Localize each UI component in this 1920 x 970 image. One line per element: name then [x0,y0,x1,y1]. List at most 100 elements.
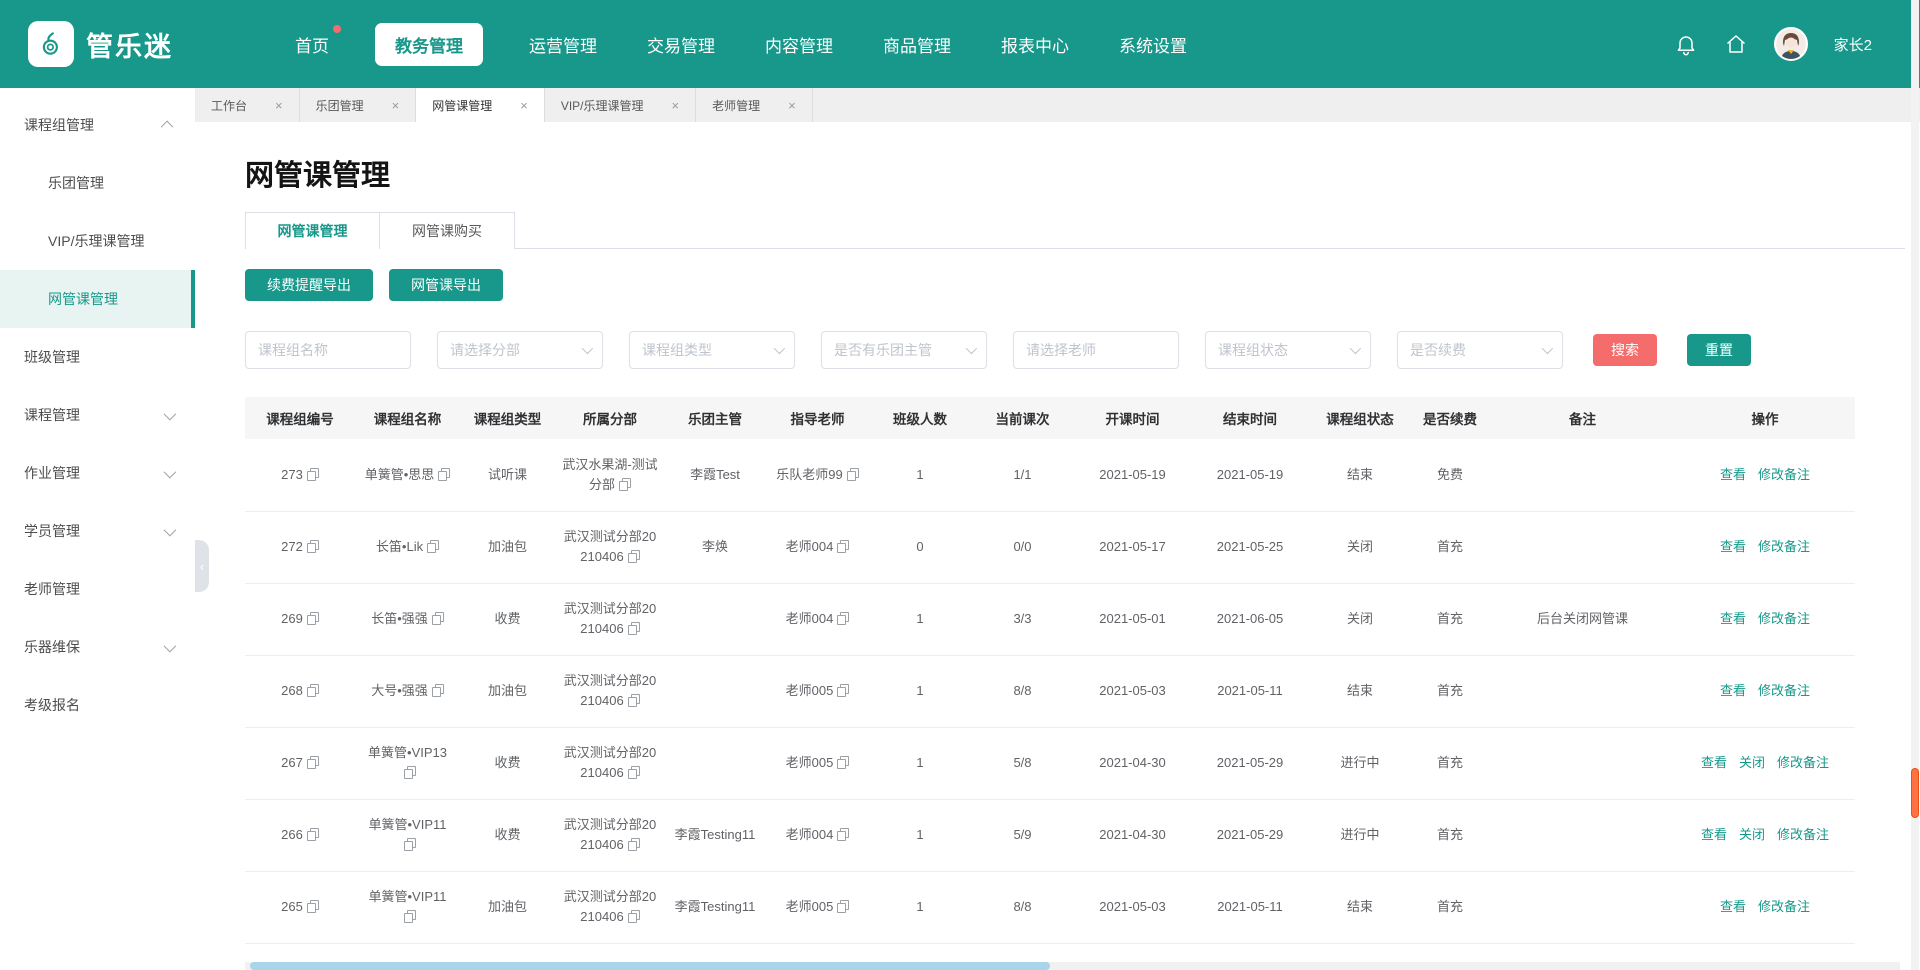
filter-input-4[interactable]: 请选择老师 [1013,331,1179,369]
sidebar-item-3[interactable]: 网管课管理 [0,270,195,328]
copy-icon[interactable] [628,622,640,635]
open-tab-4[interactable]: 老师管理× [696,88,813,122]
cell-branch: 武汉测试分部20210406 [555,583,665,655]
action-link-修改备注[interactable]: 修改备注 [1758,683,1810,698]
copy-icon[interactable] [837,612,849,625]
action-link-修改备注[interactable]: 修改备注 [1758,467,1810,482]
action-link-修改备注[interactable]: 修改备注 [1758,539,1810,554]
action-link-关闭[interactable]: 关闭 [1739,755,1765,770]
action-link-查看[interactable]: 查看 [1720,683,1746,698]
action-link-修改备注[interactable]: 修改备注 [1777,827,1829,842]
filter-select-1[interactable]: 请选择分部 [437,331,603,369]
copy-icon[interactable] [307,828,319,841]
vertical-scrollbar-thumb[interactable] [1911,768,1919,818]
copy-icon[interactable] [307,756,319,769]
copy-icon[interactable] [307,684,319,697]
open-tab-2[interactable]: 网管课管理× [416,88,545,122]
sidebar-collapse-handle[interactable]: ‹ [195,540,209,592]
copy-icon[interactable] [619,478,631,491]
home-icon[interactable] [1724,32,1748,56]
avatar[interactable] [1774,27,1808,61]
tab-wangguanke-manage[interactable]: 网管课管理 [245,212,380,249]
close-icon[interactable]: × [392,98,400,113]
sidebar-item-2[interactable]: VIP/乐理课管理 [0,212,195,270]
sidebar-item-9[interactable]: 乐器维保 [0,618,195,676]
close-icon[interactable]: × [520,98,528,113]
close-icon[interactable]: × [788,98,796,113]
close-icon[interactable]: × [672,98,680,113]
cell-leader: 李霞Test [665,439,765,511]
sidebar-item-4[interactable]: 班级管理 [0,328,195,386]
action-link-关闭[interactable]: 关闭 [1739,827,1765,842]
copy-icon[interactable] [404,910,416,923]
user-name[interactable]: 家长2 [1834,34,1872,55]
action-link-查看[interactable]: 查看 [1720,539,1746,554]
sidebar-item-1[interactable]: 乐团管理 [0,154,195,212]
nav-item-6[interactable]: 报表中心 [997,23,1073,66]
sidebar-item-10[interactable]: 考级报名 [0,676,195,734]
copy-icon[interactable] [628,766,640,779]
nav-item-1[interactable]: 教务管理 [375,23,483,66]
nav-item-7[interactable]: 系统设置 [1115,23,1191,66]
filter-select-6[interactable]: 是否续费 [1397,331,1563,369]
action-link-查看[interactable]: 查看 [1701,827,1727,842]
copy-icon[interactable] [847,468,859,481]
horizontal-scrollbar-thumb[interactable] [250,962,1050,970]
action-link-查看[interactable]: 查看 [1720,611,1746,626]
open-tab-3[interactable]: VIP/乐理课管理× [545,88,696,122]
vertical-scrollbar[interactable] [1911,0,1919,970]
nav-item-5[interactable]: 商品管理 [879,23,955,66]
copy-icon[interactable] [427,540,439,553]
cell-branch: 武汉水果湖-测试分部 [555,439,665,511]
copy-icon[interactable] [837,828,849,841]
sidebar-item-7[interactable]: 学员管理 [0,502,195,560]
renew-remind-export-button[interactable]: 续费提醒导出 [245,269,373,301]
sidebar-item-0[interactable]: 课程组管理 [0,96,195,154]
nav-item-2[interactable]: 运营管理 [525,23,601,66]
action-link-修改备注[interactable]: 修改备注 [1758,611,1810,626]
filter-select-3[interactable]: 是否有乐团主管 [821,331,987,369]
sidebar-item-8[interactable]: 老师管理 [0,560,195,618]
copy-icon[interactable] [404,766,416,779]
copy-icon[interactable] [837,540,849,553]
action-link-查看[interactable]: 查看 [1701,755,1727,770]
nav-item-3[interactable]: 交易管理 [643,23,719,66]
action-link-查看[interactable]: 查看 [1720,899,1746,914]
nav-item-label: 运营管理 [529,37,597,56]
copy-icon[interactable] [307,900,319,913]
filter-select-5[interactable]: 课程组状态 [1205,331,1371,369]
copy-icon[interactable] [628,910,640,923]
copy-icon[interactable] [837,756,849,769]
nav-item-0[interactable]: 首页 [291,23,333,66]
search-button[interactable]: 搜索 [1593,334,1657,366]
filter-input-0[interactable]: 课程组名称 [245,331,411,369]
open-tab-0[interactable]: 工作台× [195,88,300,122]
horizontal-scrollbar[interactable] [245,962,1900,970]
nav-item-4[interactable]: 内容管理 [761,23,837,66]
copy-icon[interactable] [628,838,640,851]
sidebar-item-6[interactable]: 作业管理 [0,444,195,502]
brand-logo[interactable] [28,21,74,67]
copy-icon[interactable] [628,550,640,563]
copy-icon[interactable] [438,468,450,481]
action-link-查看[interactable]: 查看 [1720,467,1746,482]
copy-icon[interactable] [432,612,444,625]
copy-icon[interactable] [307,468,319,481]
copy-icon[interactable] [432,684,444,697]
action-link-修改备注[interactable]: 修改备注 [1758,899,1810,914]
tab-wangguanke-purchase[interactable]: 网管课购买 [380,212,515,249]
sidebar-item-5[interactable]: 课程管理 [0,386,195,444]
copy-icon[interactable] [404,838,416,851]
action-link-修改备注[interactable]: 修改备注 [1777,755,1829,770]
wangguanke-export-button[interactable]: 网管课导出 [389,269,503,301]
copy-icon[interactable] [628,694,640,707]
copy-icon[interactable] [837,900,849,913]
copy-icon[interactable] [307,612,319,625]
close-icon[interactable]: × [275,98,283,113]
copy-icon[interactable] [837,684,849,697]
bell-icon[interactable] [1674,32,1698,56]
copy-icon[interactable] [307,540,319,553]
reset-button[interactable]: 重置 [1687,334,1751,366]
open-tab-1[interactable]: 乐团管理× [300,88,417,122]
filter-select-2[interactable]: 课程组类型 [629,331,795,369]
